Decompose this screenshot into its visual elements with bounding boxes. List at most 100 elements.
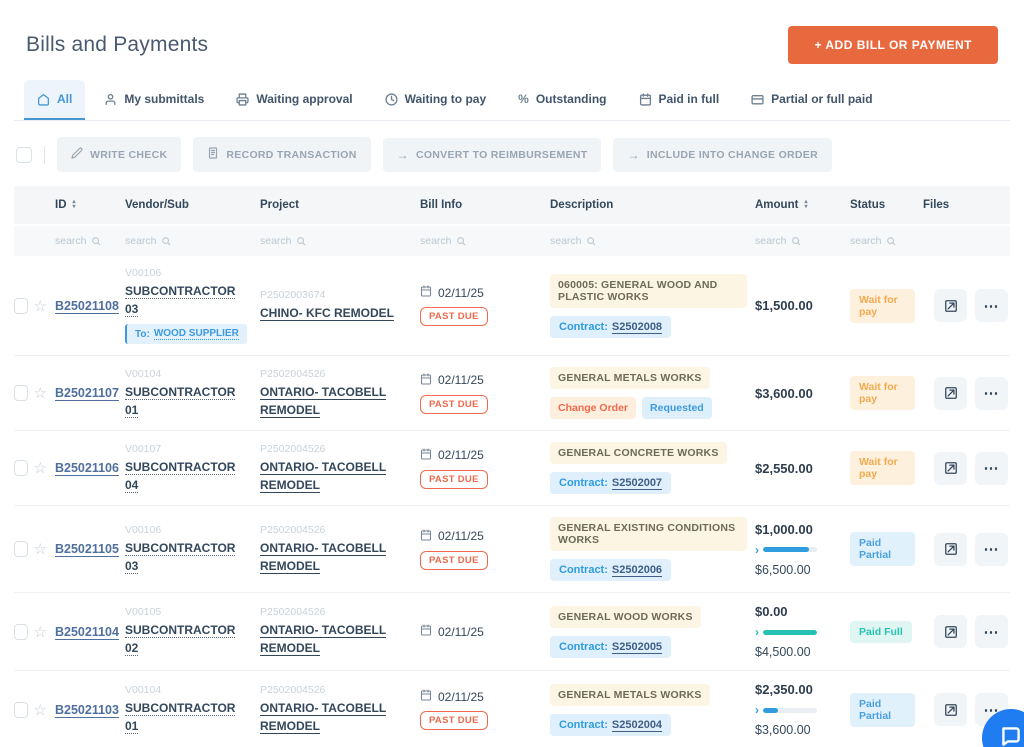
star-icon[interactable]: ☆ bbox=[34, 384, 47, 402]
star-icon[interactable]: ☆ bbox=[34, 297, 47, 315]
amount-value: $2,350.00 bbox=[755, 682, 842, 697]
select-all-checkbox[interactable] bbox=[16, 147, 32, 163]
tab-paid-in-full[interactable]: Paid in full bbox=[626, 80, 733, 120]
tab-waiting-approval[interactable]: Waiting approval bbox=[223, 80, 365, 120]
star-icon[interactable]: ☆ bbox=[34, 540, 47, 558]
project-link[interactable]: CHINO- KFC REMODEL bbox=[260, 306, 394, 321]
record-transaction-button[interactable]: RECORD TRANSACTION bbox=[193, 137, 370, 172]
tab-my-submittals[interactable]: My submittals bbox=[91, 80, 217, 120]
search-input-status[interactable]: search bbox=[850, 235, 923, 247]
calendar-icon bbox=[420, 285, 432, 300]
column-header-status: Status bbox=[850, 199, 923, 211]
table-header: ID ▴▾ Vendor/Sub Project Bill Info Descr… bbox=[14, 186, 1010, 224]
vendor-link[interactable]: SUBCONTRACTOR 02 bbox=[125, 623, 235, 656]
star-icon[interactable]: ☆ bbox=[34, 701, 47, 719]
status-badge: Wait for pay bbox=[850, 289, 915, 323]
contract-link[interactable]: S2502004 bbox=[612, 719, 662, 732]
chevron-right-icon[interactable]: › bbox=[755, 704, 759, 716]
payment-progress-bar: › bbox=[755, 544, 842, 556]
project-code: P2502004526 bbox=[260, 443, 412, 455]
past-due-badge: PAST DUE bbox=[420, 711, 488, 730]
row-more-button[interactable]: ⋯ bbox=[975, 289, 1008, 322]
project-link[interactable]: ONTARIO- TACOBELL REMODEL bbox=[260, 623, 386, 656]
row-checkbox[interactable] bbox=[14, 541, 28, 557]
bill-due-date: 02/11/25 bbox=[420, 285, 542, 300]
search-input-vendor[interactable]: search bbox=[125, 235, 260, 247]
search-input-amount[interactable]: search bbox=[755, 235, 850, 247]
table-row: ☆ B25021104 V00105 SUBCONTRACTOR 02 P250… bbox=[14, 593, 1010, 671]
project-link[interactable]: ONTARIO- TACOBELL REMODEL bbox=[260, 460, 386, 493]
column-header-bill-info: Bill Info bbox=[420, 199, 550, 211]
preview-file-button[interactable] bbox=[934, 289, 967, 322]
vendor-link[interactable]: SUBCONTRACTOR 04 bbox=[125, 460, 235, 493]
convert-to-reimbursement-button[interactable]: → CONVERT TO REIMBURSEMENT bbox=[383, 138, 602, 172]
tab-outstanding[interactable]: % Outstanding bbox=[505, 80, 619, 120]
row-more-button[interactable]: ⋯ bbox=[975, 615, 1008, 648]
include-into-change-order-button[interactable]: → INCLUDE INTO CHANGE ORDER bbox=[613, 138, 832, 172]
contract-badge: Contract:S2502007 bbox=[550, 472, 671, 494]
row-more-button[interactable]: ⋯ bbox=[975, 452, 1008, 485]
preview-file-button[interactable] bbox=[934, 693, 967, 726]
chevron-right-icon[interactable]: › bbox=[755, 544, 759, 556]
search-input-project[interactable]: search bbox=[260, 235, 420, 247]
preview-file-button[interactable] bbox=[934, 533, 967, 566]
top-bar: Bills and Payments + ADD BILL OR PAYMENT bbox=[14, 0, 1010, 80]
vendor-link[interactable]: SUBCONTRACTOR 03 bbox=[125, 541, 235, 574]
vendor-link[interactable]: SUBCONTRACTOR 01 bbox=[125, 701, 235, 734]
bill-id-link[interactable]: B25021105 bbox=[55, 542, 119, 557]
bill-id-link[interactable]: B25021107 bbox=[55, 386, 119, 401]
tab-partial-or-full-paid[interactable]: Partial or full paid bbox=[738, 80, 885, 120]
tab-waiting-to-pay[interactable]: Waiting to pay bbox=[372, 80, 500, 120]
bill-due-date: 02/11/25 bbox=[420, 448, 542, 463]
vendor-code: V00104 bbox=[125, 684, 252, 696]
project-link[interactable]: ONTARIO- TACOBELL REMODEL bbox=[260, 701, 386, 734]
bill-id-link[interactable]: B25021103 bbox=[55, 703, 119, 718]
contract-link[interactable]: S2502008 bbox=[612, 321, 662, 334]
status-badge: Paid Full bbox=[850, 621, 912, 643]
row-checkbox[interactable] bbox=[14, 624, 28, 640]
search-input-bill-info[interactable]: search bbox=[420, 235, 550, 247]
write-check-button[interactable]: WRITE CHECK bbox=[57, 137, 181, 172]
chevron-right-icon[interactable]: › bbox=[755, 626, 759, 638]
search-input-id[interactable]: search bbox=[55, 235, 125, 247]
bill-id-link[interactable]: B25021104 bbox=[55, 625, 119, 640]
star-icon[interactable]: ☆ bbox=[34, 459, 47, 477]
row-checkbox[interactable] bbox=[14, 702, 28, 718]
search-input-description[interactable]: search bbox=[550, 235, 755, 247]
contract-link[interactable]: S2502006 bbox=[612, 564, 662, 577]
preview-file-button[interactable] bbox=[934, 615, 967, 648]
clock-icon bbox=[385, 93, 398, 106]
user-icon bbox=[104, 93, 117, 106]
home-icon bbox=[37, 93, 50, 106]
calendar-icon bbox=[420, 624, 432, 639]
bill-id-link[interactable]: B25021108 bbox=[55, 299, 119, 314]
contract-link[interactable]: S2502007 bbox=[612, 477, 662, 490]
row-checkbox[interactable] bbox=[14, 460, 28, 476]
column-header-id[interactable]: ID ▴▾ bbox=[55, 199, 125, 211]
vendor-tag-link[interactable]: WOOD SUPPLIER bbox=[154, 328, 239, 340]
project-link[interactable]: ONTARIO- TACOBELL REMODEL bbox=[260, 541, 386, 574]
vendor-link[interactable]: SUBCONTRACTOR 03 bbox=[125, 284, 235, 317]
bill-id-link[interactable]: B25021106 bbox=[55, 461, 119, 476]
vendor-code: V00107 bbox=[125, 443, 252, 455]
add-bill-or-payment-button[interactable]: + ADD BILL OR PAYMENT bbox=[788, 26, 998, 64]
star-icon[interactable]: ☆ bbox=[34, 623, 47, 641]
vendor-link[interactable]: SUBCONTRACTOR 01 bbox=[125, 385, 235, 418]
arrow-right-icon: → bbox=[627, 148, 639, 162]
amount-total: $6,500.00 bbox=[755, 563, 842, 577]
filter-tabs: All My submittals Waiting approval Waiti… bbox=[14, 80, 1010, 121]
row-checkbox[interactable] bbox=[14, 385, 28, 401]
printer-icon bbox=[236, 93, 249, 106]
contract-link[interactable]: S2502005 bbox=[612, 641, 662, 654]
arrow-right-icon: → bbox=[397, 148, 409, 162]
row-more-button[interactable]: ⋯ bbox=[975, 377, 1008, 410]
status-badge: Paid Partial bbox=[850, 532, 915, 566]
row-checkbox[interactable] bbox=[14, 298, 28, 314]
preview-file-button[interactable] bbox=[934, 377, 967, 410]
pencil-icon bbox=[71, 147, 83, 162]
project-link[interactable]: ONTARIO- TACOBELL REMODEL bbox=[260, 385, 386, 418]
row-more-button[interactable]: ⋯ bbox=[975, 533, 1008, 566]
tab-all[interactable]: All bbox=[24, 80, 85, 120]
column-header-amount[interactable]: Amount ▴▾ bbox=[755, 199, 850, 211]
preview-file-button[interactable] bbox=[934, 452, 967, 485]
